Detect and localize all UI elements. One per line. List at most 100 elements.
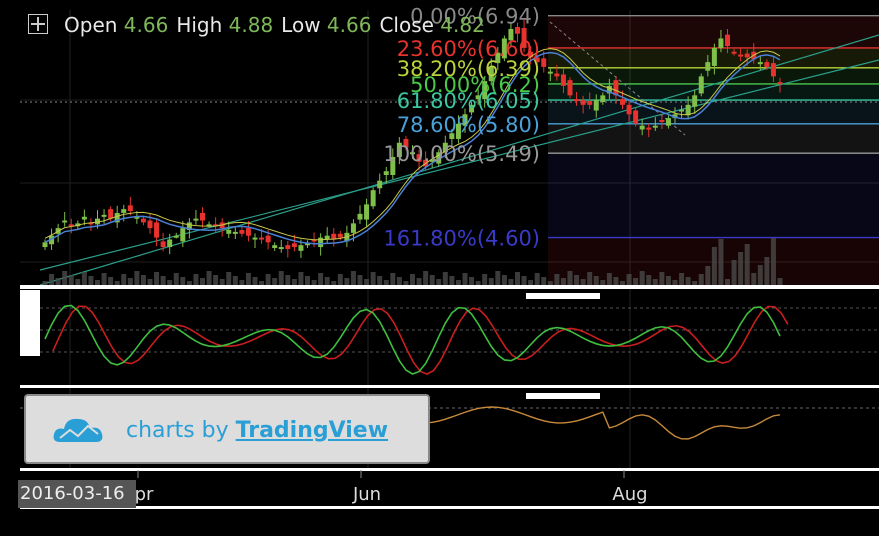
volume-bar xyxy=(180,277,186,285)
candle-body xyxy=(127,205,133,212)
candle-body xyxy=(757,62,763,65)
crosshair-plus-icon[interactable] xyxy=(28,14,48,34)
volume-bar xyxy=(482,274,488,285)
volume-bar xyxy=(731,260,737,285)
candle-body xyxy=(633,110,639,124)
volume-bar xyxy=(305,276,310,285)
volume-bar xyxy=(633,278,639,285)
volume-bar xyxy=(613,277,619,285)
candle-body xyxy=(252,237,258,240)
volume-bar xyxy=(652,279,658,285)
volume-bar xyxy=(718,239,724,285)
pane-separator xyxy=(20,285,879,289)
high-value: 4.88 xyxy=(228,13,274,37)
volume-bar xyxy=(331,281,337,285)
volume-bar xyxy=(587,272,593,285)
volume-bar xyxy=(528,280,534,285)
volume-bar xyxy=(55,278,61,285)
volume-bar xyxy=(232,276,238,285)
x-tick-label: Aug xyxy=(612,484,647,505)
fib-level-label: 78.60%(5.80) xyxy=(397,113,540,137)
volume-bar xyxy=(337,274,343,285)
watermark-prefix: charts by xyxy=(126,418,229,443)
volume-bar xyxy=(501,275,507,285)
volume-bar xyxy=(639,271,645,285)
volume-bar xyxy=(679,273,685,285)
candle-body xyxy=(560,74,566,86)
candle-body xyxy=(265,235,271,243)
ohlc-header: Open 4.66 High 4.88 Low 4.66 Close 4.82 xyxy=(28,12,493,37)
volume-bar xyxy=(49,274,55,285)
volume-bar xyxy=(620,281,625,285)
candle-body xyxy=(318,237,324,248)
volume-bar xyxy=(757,265,763,285)
volume-bar xyxy=(698,274,704,285)
candle-body xyxy=(121,209,127,213)
candle-body xyxy=(62,220,68,223)
volume-bar xyxy=(311,280,317,285)
volume-bar xyxy=(692,281,698,285)
volume-bar xyxy=(291,279,297,285)
candle-body xyxy=(108,209,114,219)
close-label: Close xyxy=(379,13,434,37)
candle-body xyxy=(744,53,750,58)
volume-bar xyxy=(318,273,324,285)
volume-bar xyxy=(370,272,376,285)
volume-bar xyxy=(272,278,278,285)
tradingview-watermark[interactable]: charts by TradingView xyxy=(24,394,430,464)
volume-bar xyxy=(245,273,251,285)
volume-bar xyxy=(396,277,402,285)
volume-bar xyxy=(81,272,87,285)
candle-body xyxy=(679,109,685,112)
pane-marker xyxy=(526,393,600,399)
candle-body xyxy=(731,51,737,54)
left-tool-strip xyxy=(20,290,40,356)
candle-body xyxy=(337,233,343,238)
volume-bar xyxy=(95,280,100,285)
volume-bar xyxy=(403,281,409,285)
volume-bar xyxy=(134,271,140,285)
volume-bar xyxy=(777,278,783,285)
volume-bar xyxy=(154,272,160,285)
candle-body xyxy=(245,228,251,236)
candle-body xyxy=(291,243,297,248)
volume-bar xyxy=(226,272,232,285)
candle-body xyxy=(285,245,291,249)
volume-bar xyxy=(285,275,291,285)
volume-bar xyxy=(62,271,68,285)
candle-body xyxy=(738,54,744,57)
candle-body xyxy=(226,230,232,234)
volume-bar xyxy=(449,276,455,285)
fib-zone xyxy=(548,153,879,238)
volume-bar xyxy=(357,275,363,285)
fib-level-label: 161.80%(4.60) xyxy=(383,227,540,251)
x-tick-label: Jun xyxy=(352,484,381,505)
volume-bar xyxy=(140,275,146,285)
candle-body xyxy=(777,82,783,85)
candle-body xyxy=(639,125,645,130)
watermark-brand[interactable]: TradingView xyxy=(236,418,388,443)
axis-separator xyxy=(20,468,879,471)
volume-bar xyxy=(75,279,81,285)
candle-body xyxy=(554,73,560,77)
fib-level-label: 100.00%(5.49) xyxy=(383,142,540,166)
candle-body xyxy=(377,180,383,189)
volume-bar xyxy=(429,275,435,285)
volume-bar xyxy=(705,266,711,285)
candle-body xyxy=(180,228,186,242)
volume-bar xyxy=(416,278,422,285)
candle-body xyxy=(173,235,179,238)
candle-body xyxy=(160,241,166,248)
candle-body xyxy=(42,242,48,248)
candle-body xyxy=(580,100,586,105)
volume-bar xyxy=(495,271,501,285)
fib-zone xyxy=(548,123,879,154)
volume-bar xyxy=(580,279,586,285)
candle-body xyxy=(370,190,376,207)
volume-bar xyxy=(672,280,678,285)
candle-body xyxy=(711,47,717,66)
candle-body xyxy=(659,120,665,122)
volume-bar xyxy=(383,280,389,285)
volume-bar xyxy=(574,275,580,285)
volume-bar xyxy=(193,274,199,285)
